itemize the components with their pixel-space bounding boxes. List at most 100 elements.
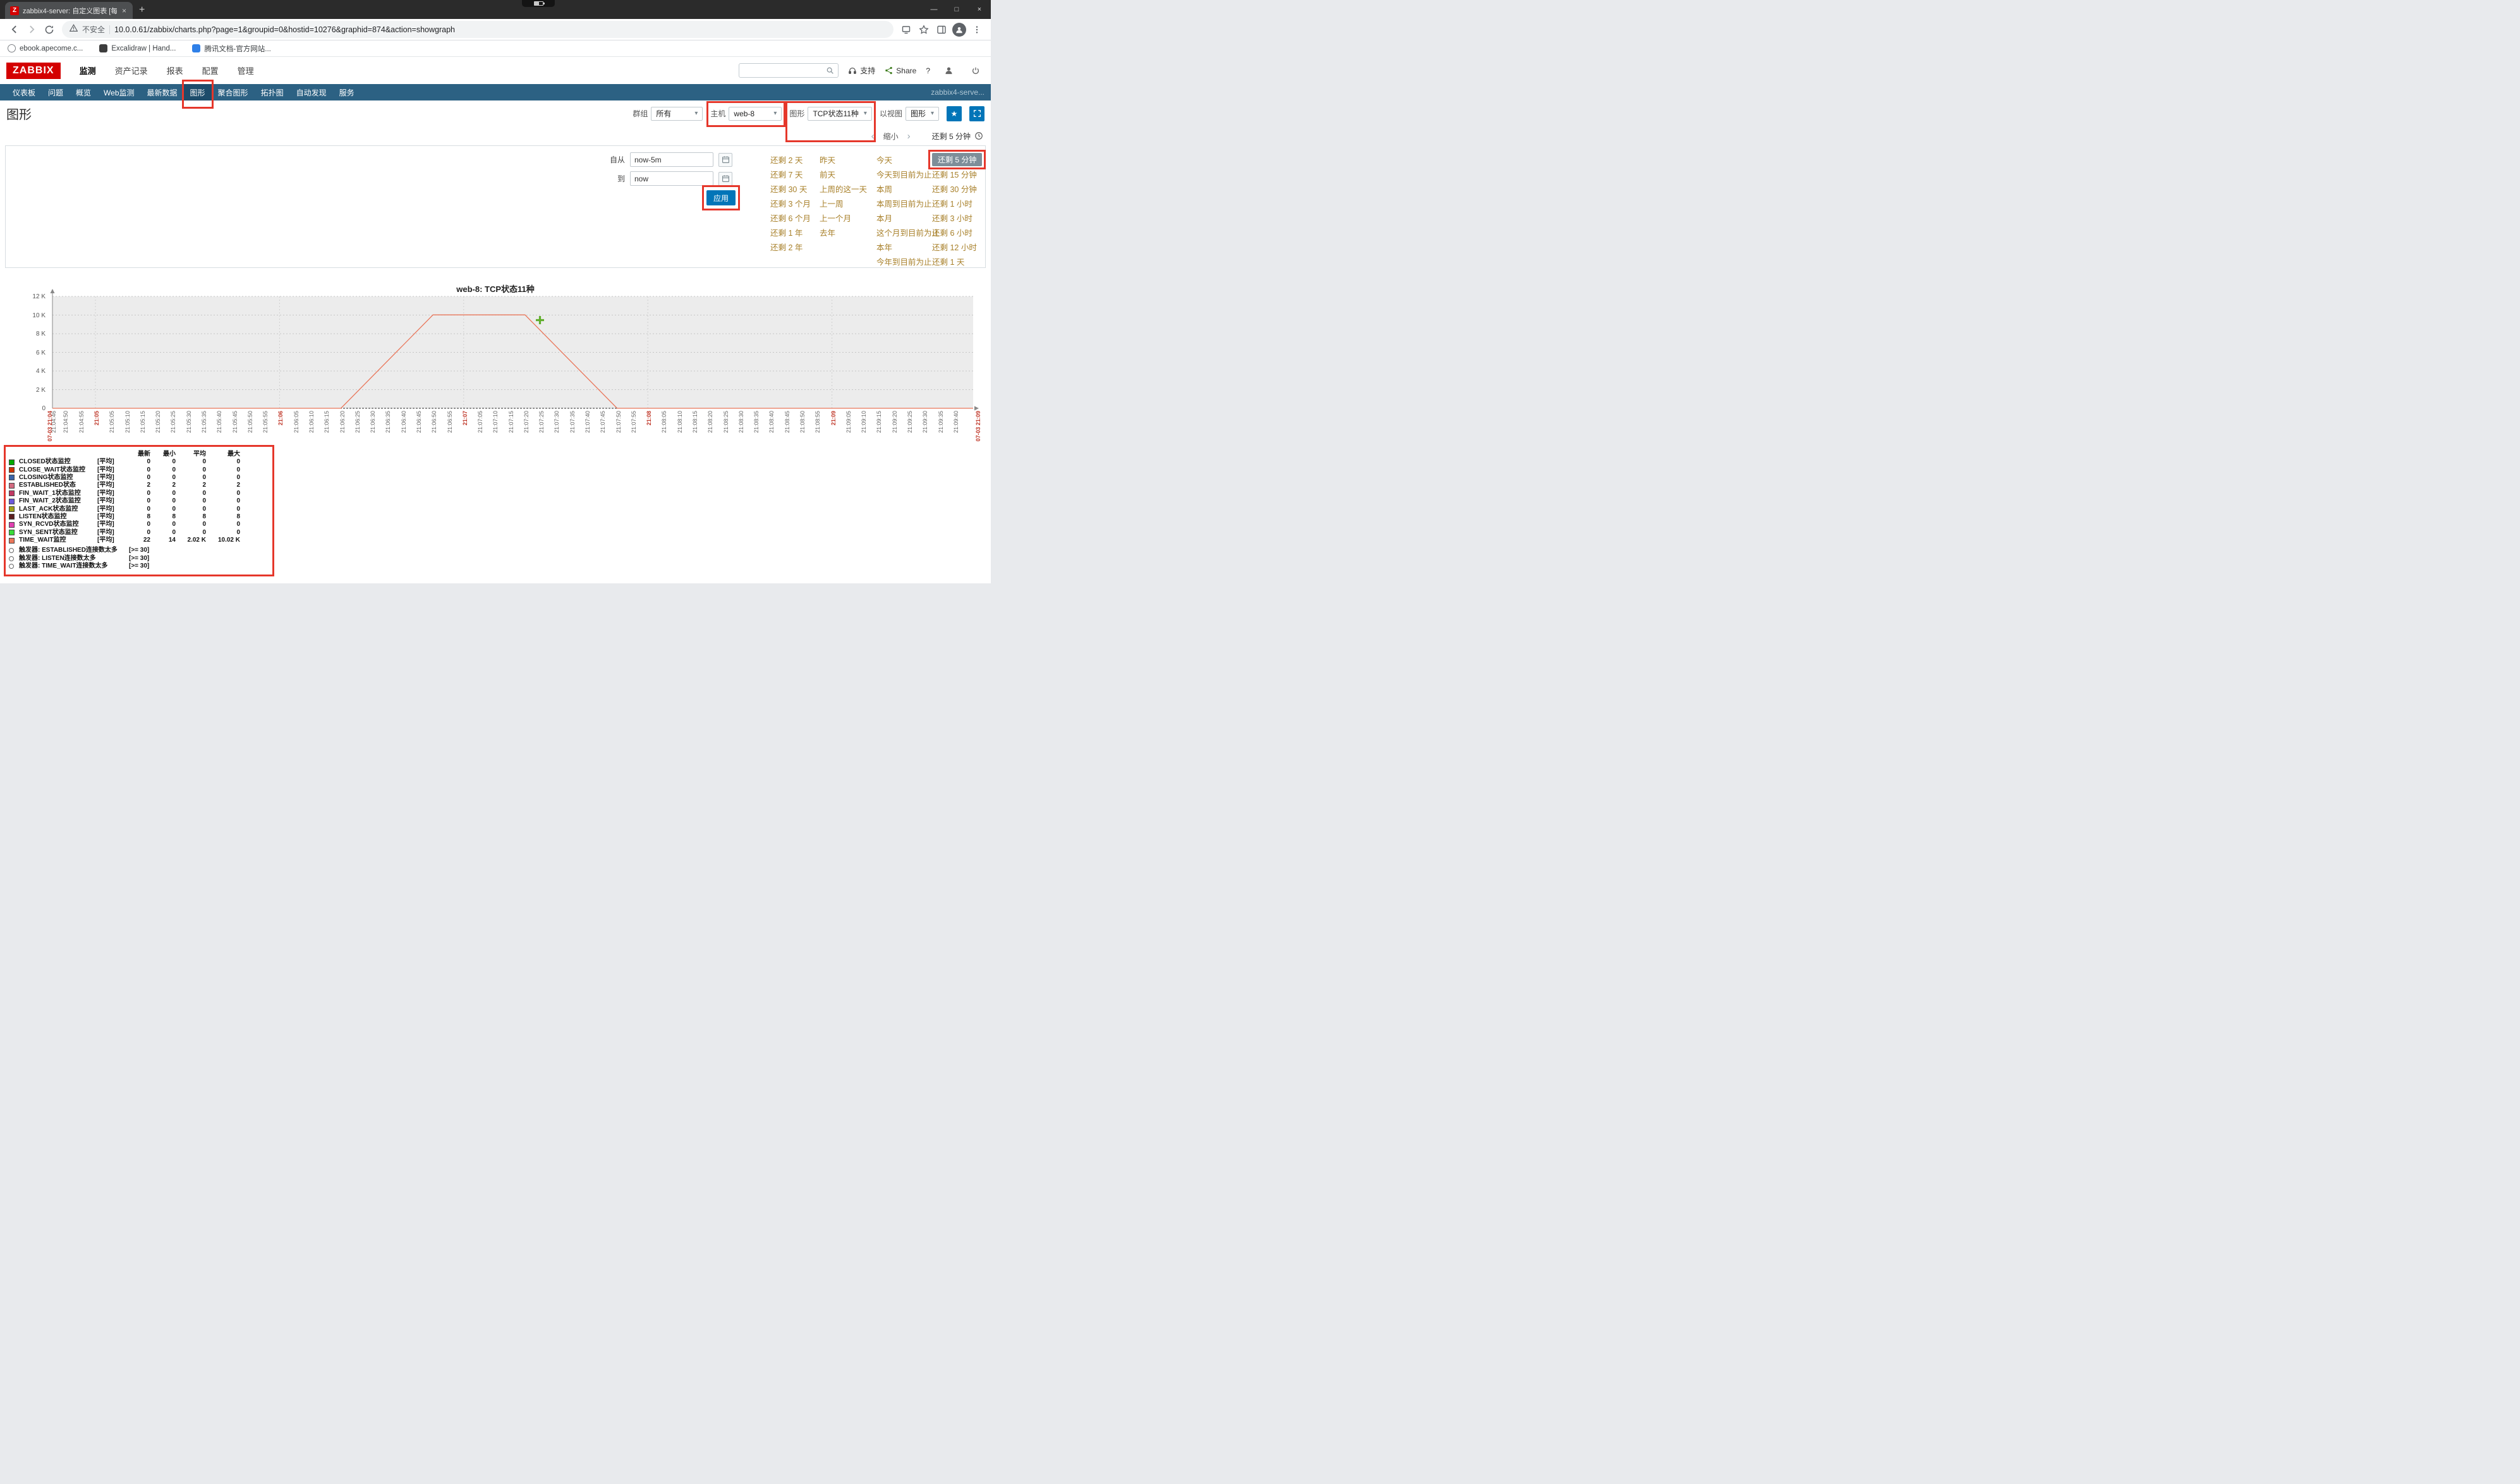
- time-shift-right-icon[interactable]: ›: [907, 131, 911, 142]
- bookmark-item[interactable]: ebook.apecome.c...: [8, 44, 83, 52]
- x-tick-label: 21:06:25: [354, 411, 361, 433]
- quick-range-selected[interactable]: 还剩 5 分钟: [932, 153, 982, 166]
- quick-range-link[interactable]: 还剩 3 小时: [932, 212, 972, 224]
- quick-range-link[interactable]: 还剩 2 天: [770, 154, 803, 166]
- user-profile-icon[interactable]: [940, 62, 957, 80]
- bookmark-item[interactable]: Excalidraw | Hand...: [99, 44, 176, 52]
- apply-button[interactable]: 应用: [706, 190, 736, 205]
- quick-range-link[interactable]: 还剩 30 天: [770, 183, 807, 195]
- legend-item-name: ESTABLISHED状态: [19, 482, 97, 489]
- x-tick-label: 21:05:30: [186, 411, 192, 433]
- maximize-button[interactable]: □: [945, 0, 968, 19]
- quick-range-link[interactable]: 上一周: [820, 197, 844, 209]
- minimize-button[interactable]: —: [923, 0, 945, 19]
- quick-range-link[interactable]: 昨天: [820, 154, 835, 166]
- x-axis: 21:04:4621:04:5021:04:5521:0521:05:0521:…: [52, 409, 973, 453]
- quick-range-link[interactable]: 今年到目前为止: [876, 255, 932, 267]
- back-icon[interactable]: [5, 21, 23, 39]
- browser-tab[interactable]: Z zabbix4-server: 自定义图表 [每... ×: [5, 2, 133, 19]
- side-panel-icon[interactable]: [933, 21, 950, 39]
- profile-avatar[interactable]: [950, 21, 968, 39]
- quick-range-link[interactable]: 还剩 30 分钟: [932, 183, 977, 195]
- graph-select[interactable]: TCP状态11种 ▾: [808, 107, 872, 121]
- view-as-select[interactable]: 图形 ▾: [906, 107, 939, 121]
- host-select[interactable]: web-8 ▾: [729, 107, 782, 121]
- quick-range-link[interactable]: 今天到目前为止: [876, 168, 932, 180]
- calendar-icon[interactable]: [718, 172, 732, 186]
- url-bar[interactable]: 不安全 10.0.0.61/zabbix/charts.php?page=1&g…: [62, 21, 894, 38]
- legend-item-value: 0: [150, 521, 176, 528]
- subnav-item-0[interactable]: 仪表板: [6, 84, 42, 100]
- subnav-item-5[interactable]: 图形: [184, 84, 212, 100]
- subnav-item-3[interactable]: Web监测: [97, 84, 140, 100]
- subnav-item-1[interactable]: 问题: [42, 84, 70, 100]
- main-nav-item-2[interactable]: 报表: [167, 64, 183, 76]
- quick-range-link[interactable]: 还剩 7 天: [770, 168, 803, 180]
- time-range-tab[interactable]: 还剩 5 分钟: [932, 131, 983, 142]
- quick-range-link[interactable]: 这个月到目前为止: [876, 226, 940, 238]
- main-nav-item-3[interactable]: 配置: [202, 64, 219, 76]
- forward-icon[interactable]: [23, 21, 40, 39]
- quick-range-link[interactable]: 还剩 6 个月: [770, 212, 811, 224]
- support-link[interactable]: 支持: [848, 65, 875, 76]
- bookmark-star-icon[interactable]: [915, 21, 933, 39]
- favourite-button[interactable]: ★: [947, 106, 962, 121]
- subnav-item-label: 图形: [190, 87, 205, 98]
- subnav-item-7[interactable]: 拓扑图: [255, 84, 290, 100]
- quick-range-link[interactable]: 上一个月: [820, 212, 851, 224]
- subnav-item-9[interactable]: 服务: [333, 84, 361, 100]
- quick-range-link[interactable]: 去年: [820, 226, 835, 238]
- close-button[interactable]: ×: [968, 0, 991, 19]
- graph-plot-area[interactable]: [52, 296, 973, 408]
- main-nav-item-1[interactable]: 资产记录: [115, 64, 148, 76]
- fullscreen-button[interactable]: [969, 106, 984, 121]
- menu-dots-icon[interactable]: [968, 21, 986, 39]
- send-to-device-icon[interactable]: [897, 21, 915, 39]
- zoom-out-button[interactable]: 缩小: [883, 131, 899, 142]
- x-tick-label: 21:06:20: [339, 411, 346, 433]
- tab-close-icon[interactable]: ×: [121, 6, 128, 15]
- main-nav-item-0[interactable]: 监测: [80, 64, 96, 76]
- quick-range-link[interactable]: 本周到目前为止: [876, 197, 932, 209]
- quick-range-link[interactable]: 还剩 6 小时: [932, 226, 972, 238]
- trigger-threshold: [>= 30]: [129, 563, 149, 569]
- group-select[interactable]: 所有 ▾: [651, 107, 703, 121]
- calendar-icon[interactable]: [718, 153, 732, 167]
- quick-range-link[interactable]: 还剩 2 年: [770, 241, 803, 253]
- new-tab-button[interactable]: +: [139, 4, 145, 16]
- time-shift-left-icon[interactable]: ‹: [871, 131, 875, 142]
- quick-range-link[interactable]: 还剩 1 年: [770, 226, 803, 238]
- x-tick-label: 21:07:35: [569, 411, 576, 433]
- refresh-icon[interactable]: [40, 21, 58, 39]
- quick-range-link[interactable]: 本周: [876, 183, 892, 195]
- sign-out-icon[interactable]: [967, 62, 984, 80]
- legend-item-function: [平均]: [97, 537, 125, 544]
- quick-range-link[interactable]: 还剩 15 分钟: [932, 168, 977, 180]
- quick-range-link[interactable]: 还剩 12 小时: [932, 241, 977, 253]
- quick-range-link[interactable]: 今天: [876, 154, 892, 166]
- zabbix-logo[interactable]: ZABBIX: [6, 63, 61, 79]
- quick-range-link[interactable]: 前天: [820, 168, 835, 180]
- from-input[interactable]: [630, 152, 713, 167]
- quick-ranges-col-2: 昨天前天上周的这一天上一周上一个月去年: [820, 152, 867, 240]
- quick-range-link[interactable]: 还剩 3 个月: [770, 197, 811, 209]
- quick-range-link[interactable]: 本月: [876, 212, 892, 224]
- quick-range-link[interactable]: 还剩 1 天: [932, 255, 964, 267]
- subnav-item-8[interactable]: 自动发现: [290, 84, 333, 100]
- x-tick-label: 21:05:10: [124, 411, 131, 433]
- x-tick-label: 21:06:10: [308, 411, 315, 433]
- search-input[interactable]: [743, 66, 823, 75]
- subnav-item-4[interactable]: 最新数据: [141, 84, 184, 100]
- subnav-item-2[interactable]: 概览: [70, 84, 97, 100]
- to-input[interactable]: [630, 171, 713, 186]
- share-link[interactable]: Share: [885, 66, 916, 75]
- bookmark-item[interactable]: 腾讯文档-官方网站...: [192, 44, 270, 54]
- help-link[interactable]: ?: [926, 66, 930, 75]
- quick-range-link[interactable]: 还剩 1 小时: [932, 197, 972, 209]
- quick-range-link[interactable]: 本年: [876, 241, 892, 253]
- quick-range-link[interactable]: 上周的这一天: [820, 183, 867, 195]
- legend-trigger-row: 触发器: ESTABLISHED连接数太多[>= 30]: [9, 547, 264, 554]
- x-tick-label: 21:08:40: [768, 411, 775, 433]
- main-nav-item-4[interactable]: 管理: [238, 64, 254, 76]
- subnav-item-6[interactable]: 聚合图形: [212, 84, 255, 100]
